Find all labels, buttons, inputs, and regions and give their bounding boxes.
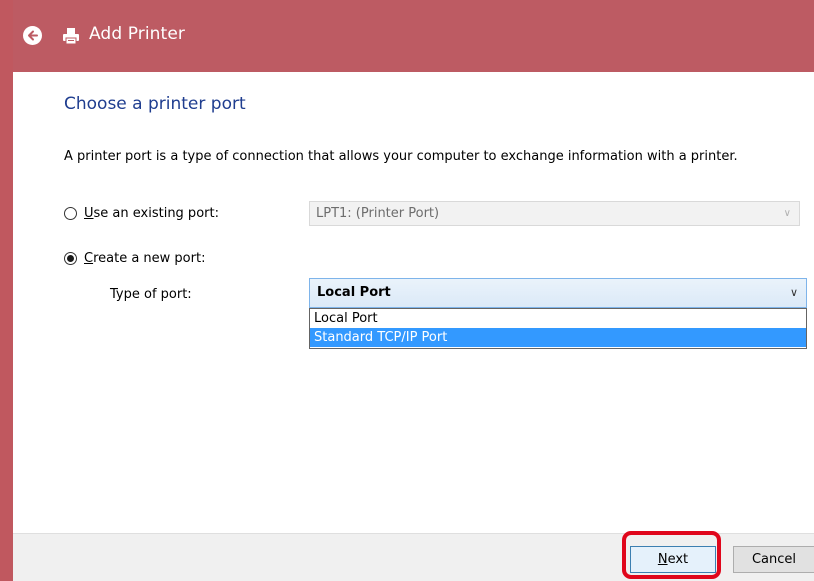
- new-port-radio[interactable]: [64, 252, 77, 265]
- chevron-down-icon: ∨: [789, 286, 798, 299]
- port-type-select[interactable]: Local Port ∨: [309, 278, 807, 308]
- existing-port-label: Use an existing port:: [84, 206, 219, 221]
- title-bar: Add Printer: [0, 0, 814, 72]
- new-port-option[interactable]: Create a new port:: [64, 251, 205, 266]
- chevron-down-icon: ∨: [783, 208, 791, 219]
- dialog-footer: Next Cancel: [13, 533, 814, 581]
- new-port-label: Create a new port:: [84, 251, 206, 266]
- dropdown-option-standard-tcpip-port[interactable]: Standard TCP/IP Port: [310, 328, 806, 347]
- main-content: Choose a printer port A printer port is …: [13, 72, 814, 533]
- next-button[interactable]: Next: [630, 546, 716, 573]
- window-border: [0, 0, 13, 581]
- existing-port-radio[interactable]: [64, 207, 77, 220]
- printer-icon: [63, 28, 79, 45]
- cancel-button[interactable]: Cancel: [733, 546, 814, 573]
- dropdown-option-local-port[interactable]: Local Port: [310, 309, 806, 328]
- page-title: Choose a printer port: [64, 94, 246, 114]
- back-button[interactable]: [23, 26, 42, 45]
- port-type-label: Type of port:: [110, 287, 192, 302]
- existing-port-option[interactable]: Use an existing port:: [64, 206, 219, 221]
- page-description: A printer port is a type of connection t…: [64, 149, 738, 164]
- window-title: Add Printer: [89, 24, 185, 44]
- existing-port-select: LPT1: (Printer Port) ∨: [309, 201, 800, 226]
- add-printer-window: Add Printer Choose a printer port A prin…: [0, 0, 814, 581]
- existing-port-value: LPT1: (Printer Port): [316, 206, 440, 221]
- port-type-value: Local Port: [317, 285, 391, 300]
- back-arrow-icon: [28, 30, 38, 41]
- port-type-dropdown: Local Port Standard TCP/IP Port: [309, 308, 807, 349]
